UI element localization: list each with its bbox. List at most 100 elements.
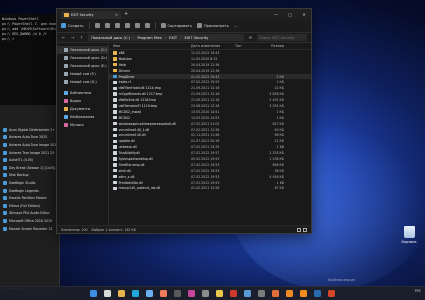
breadcrumb-item[interactable]: EXIT Security	[185, 36, 209, 40]
chevron-right-icon[interactable]: ›	[60, 72, 62, 76]
new-tab-button[interactable]: +	[124, 11, 128, 17]
nav-item-label: Локальный диск (D:)	[70, 56, 108, 60]
minimize-button[interactable]: —	[269, 12, 283, 17]
language-indicator[interactable]: РУС	[415, 289, 421, 293]
close-tab-icon[interactable]: ✕	[115, 13, 118, 17]
file-size: 2 378 КБ	[269, 151, 284, 156]
delete-button[interactable]	[144, 23, 150, 28]
maximize-button[interactable]: ▢	[283, 12, 297, 17]
search-box[interactable]	[257, 34, 307, 41]
side-list-item[interactable]: Movavi Screen Recorder 21	[0, 225, 59, 233]
side-list-item[interactable]: EaseUs Partition Master	[0, 194, 59, 202]
terminal-window[interactable]: Windows PowerShell ps:\ PowerShell 7. дл…	[0, 14, 62, 114]
address-bar[interactable]: Локальный диск (C:) › Program Files › EX…	[88, 34, 244, 41]
rename-button[interactable]	[124, 23, 130, 28]
player-icon[interactable]	[230, 290, 237, 297]
paste-button[interactable]	[114, 23, 120, 28]
side-list-item[interactable]: AutoHTL (4.05)	[0, 156, 59, 164]
column-name-header[interactable]: Имя	[109, 44, 191, 48]
breadcrumb-item[interactable]: Program Files	[137, 36, 161, 40]
nav-item[interactable]: › Видео	[57, 97, 108, 105]
explorer-icon[interactable]	[118, 290, 125, 297]
view-button[interactable]: Просмотреть	[196, 23, 229, 28]
side-list-item[interactable]: Antares Auto-Tune 2025	[0, 134, 59, 142]
side-list-item[interactable]: iDimaya PEA Audio Editor	[0, 210, 59, 218]
share-button[interactable]	[134, 23, 140, 28]
chevron-right-icon[interactable]: ›	[60, 56, 62, 60]
app-icon	[3, 165, 7, 170]
app-icon	[3, 180, 7, 185]
side-list-item[interactable]: Antares True Image 2021 25	[0, 149, 59, 157]
folder-icon	[64, 123, 68, 127]
chevron-right-icon[interactable]: ›	[60, 107, 62, 111]
nav-item[interactable]: › Локальный диск (C:)	[57, 46, 108, 54]
file-date: 21.09.2021 12:16	[191, 92, 220, 97]
explorer-tab[interactable]: EXIT Security ✕	[61, 11, 121, 19]
nav-item[interactable]: › Новый том (G:)	[57, 78, 108, 86]
recycle-bin[interactable]: Корзина	[396, 226, 422, 244]
side-list-item[interactable]: Microsoft Office 2016 2019	[0, 217, 59, 225]
chevron-right-icon[interactable]: ›	[60, 123, 62, 127]
chevron-right-icon[interactable]: ›	[60, 48, 62, 52]
details-view-icon[interactable]	[297, 227, 301, 232]
notepad-icon[interactable]	[244, 290, 251, 297]
file-explorer-window[interactable]: EXIT Security ✕ + — ▢ ✕ Создать Сортиров…	[56, 8, 312, 234]
photos-icon[interactable]	[188, 290, 195, 297]
nav-item[interactable]: › Музыка	[57, 121, 108, 129]
steam-icon[interactable]	[314, 290, 321, 297]
nav-item[interactable]: › Новый том (F:)	[57, 70, 108, 78]
more-button[interactable]: ...	[234, 24, 237, 28]
paint-icon[interactable]	[272, 290, 279, 297]
edge-icon[interactable]	[132, 290, 139, 297]
chevron-right-icon[interactable]: ›	[60, 115, 62, 119]
file-name: ProgDrive	[118, 74, 135, 79]
forward-arrow-icon[interactable]: →	[70, 35, 75, 40]
file-icon	[113, 121, 117, 126]
create-button[interactable]: Создать	[61, 23, 84, 28]
side-list-item[interactable]: DxeBegin Legends	[0, 187, 59, 195]
chevron-right-icon[interactable]: ›	[60, 91, 62, 95]
file-row[interactable]: msvcp140_codecvt_ids.dll 01.02.2021 15:56…	[109, 185, 311, 191]
side-window[interactable]: Acon Digital DeVerberate 2+ Antares Auto-…	[0, 105, 60, 295]
store-icon[interactable]	[146, 290, 153, 297]
calc-icon[interactable]	[258, 290, 265, 297]
nav-item[interactable]: › Изображения	[57, 113, 108, 121]
side-list-item[interactable]: DxeBegin Studio	[0, 179, 59, 187]
close-button[interactable]: ✕	[297, 12, 311, 17]
side-list-item[interactable]: Disk Backup	[0, 172, 59, 180]
copy-button[interactable]	[104, 23, 110, 28]
column-type-header[interactable]: Тип	[235, 44, 257, 48]
search-input[interactable]	[259, 35, 305, 40]
breadcrumb-item[interactable]: Локальный диск (C:)	[91, 36, 130, 40]
nav-item[interactable]: › Библиотеки	[57, 89, 108, 97]
column-size-header[interactable]: Размер	[257, 44, 287, 48]
chevron-right-icon[interactable]: ›	[60, 80, 62, 84]
up-arrow-icon[interactable]: ↑	[79, 35, 84, 40]
settings-icon[interactable]	[202, 290, 209, 297]
vlc-icon[interactable]	[300, 290, 307, 297]
chevron-right-icon[interactable]: ›	[60, 64, 62, 68]
side-list-item[interactable]: Antares Auto-Tune Image 2025	[0, 141, 59, 149]
side-list-item[interactable]: Day Break (Season 2) [1x05]	[0, 164, 59, 172]
side-list-item[interactable]: Eltima (Full Edition)	[0, 202, 59, 210]
breadcrumb-item[interactable]: EXIT	[169, 36, 177, 40]
cut-button[interactable]	[94, 23, 100, 28]
nav-item[interactable]: › Документы	[57, 105, 108, 113]
column-date-header[interactable]: Дата изменения	[191, 44, 235, 48]
title-bar[interactable]: EXIT Security ✕ + — ▢ ✕	[57, 9, 311, 19]
nav-item[interactable]: › Локальный диск (D:)	[57, 54, 108, 62]
sort-button[interactable]: Сортировать	[160, 23, 192, 28]
search-icon[interactable]	[104, 290, 111, 297]
refresh-icon[interactable]: ⟳	[248, 35, 253, 40]
chevron-right-icon[interactable]: ›	[60, 99, 62, 103]
side-list-item[interactable]: Acon Digital DeVerberate 2+	[0, 126, 59, 134]
back-arrow-icon[interactable]: ←	[61, 35, 66, 40]
firefox-icon[interactable]	[286, 290, 293, 297]
mail-icon[interactable]	[160, 290, 167, 297]
start-icon[interactable]	[90, 290, 97, 297]
chrome-icon[interactable]	[216, 290, 223, 297]
tiles-view-icon[interactable]	[303, 227, 307, 232]
terminal-icon[interactable]	[174, 290, 181, 297]
office-icon[interactable]	[328, 290, 335, 297]
nav-item[interactable]: › Локальный диск (E:)	[57, 62, 108, 70]
